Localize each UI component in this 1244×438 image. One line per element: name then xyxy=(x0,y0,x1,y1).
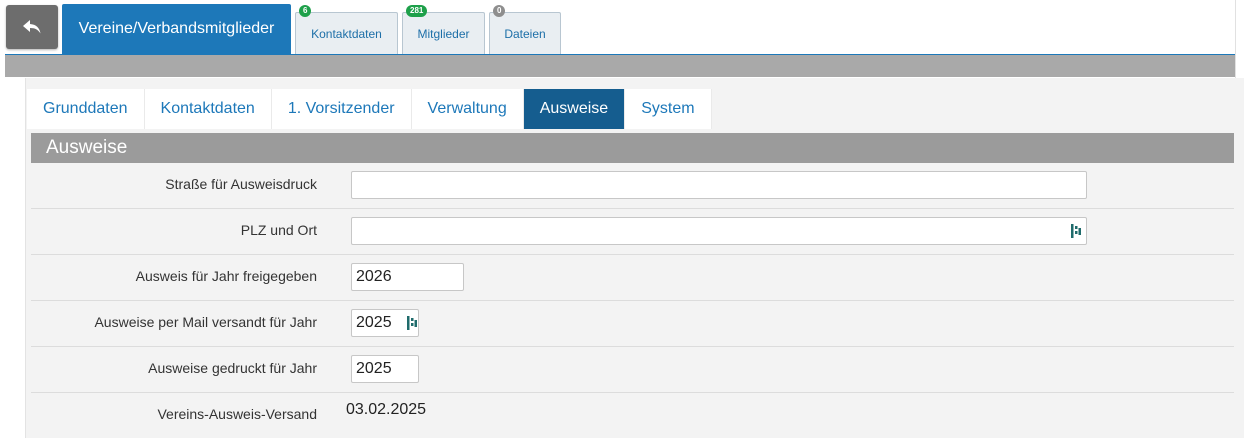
form-row-strasse: Straße für Ausweisdruck xyxy=(31,163,1234,209)
password-manager-icon[interactable] xyxy=(407,316,417,330)
main-tab-label: Vereine/Verbandsmitglieder xyxy=(78,20,275,37)
dateien-count-badge: 0 xyxy=(493,5,506,17)
strasse-label: Straße für Ausweisdruck xyxy=(165,176,317,192)
tab-verwaltung-label: Verwaltung xyxy=(427,100,507,117)
strasse-input[interactable] xyxy=(351,171,1087,199)
mail-versandt-input[interactable]: 2025 xyxy=(351,309,419,337)
tab-verwaltung[interactable]: Verwaltung xyxy=(411,89,524,129)
jahr-freigegeben-label: Ausweis für Jahr freigegeben xyxy=(135,268,317,284)
tab-vorsitzender[interactable]: 1. Vorsitzender xyxy=(271,89,412,129)
back-button[interactable] xyxy=(6,5,58,49)
right-divider xyxy=(1235,0,1236,78)
tab-kontaktdaten-top[interactable]: 6 Kontaktdaten xyxy=(295,5,398,54)
gedruckt-label: Ausweise gedruckt für Jahr xyxy=(148,360,317,376)
mail-versandt-value: 2025 xyxy=(356,314,392,331)
tab-system[interactable]: System xyxy=(625,89,712,129)
gedruckt-value: 2025 xyxy=(356,360,392,377)
section-header: Ausweise xyxy=(31,133,1234,163)
kontaktdaten-top-label: Kontaktdaten xyxy=(311,26,382,41)
tab-kontaktdaten-label: Kontaktdaten xyxy=(160,100,255,117)
password-manager-icon[interactable] xyxy=(1071,224,1081,238)
tab-vorsitzender-label: 1. Vorsitzender xyxy=(287,100,395,117)
gedruckt-input[interactable]: 2025 xyxy=(351,355,419,383)
form-row-plz-ort: PLZ und Ort xyxy=(31,209,1234,255)
tab-grunddaten-label: Grunddaten xyxy=(43,100,128,117)
grey-strip xyxy=(5,55,1235,77)
reply-arrow-icon xyxy=(23,20,41,34)
mitglieder-count-badge: 281 xyxy=(406,5,428,17)
mail-versandt-label: Ausweise per Mail versandt für Jahr xyxy=(94,314,317,330)
section-tabs: Grunddaten Kontaktdaten 1. Vorsitzender … xyxy=(27,89,712,129)
tab-vereine-verbandsmitglieder[interactable]: Vereine/Verbandsmitglieder xyxy=(62,4,291,54)
jahr-freigegeben-value: 2026 xyxy=(356,268,392,285)
plz-ort-input[interactable] xyxy=(351,217,1087,245)
tab-grunddaten[interactable]: Grunddaten xyxy=(27,89,145,129)
section-title: Ausweise xyxy=(46,137,128,158)
tab-kontaktdaten[interactable]: Kontaktdaten xyxy=(144,89,272,129)
versand-value: 03.02.2025 xyxy=(346,401,427,418)
kontaktdaten-count-badge: 6 xyxy=(299,5,312,17)
dateien-top-label: Dateien xyxy=(504,26,546,41)
tab-ausweise[interactable]: Ausweise xyxy=(523,89,626,129)
form-row-jahr-freigegeben: Ausweis für Jahr freigegeben 2026 xyxy=(31,255,1234,301)
form-row-mail-versandt: Ausweise per Mail versandt für Jahr 2025 xyxy=(31,301,1234,347)
tab-ausweise-label: Ausweise xyxy=(539,100,609,117)
plz-ort-label: PLZ und Ort xyxy=(240,222,317,238)
tab-system-label: System xyxy=(641,100,695,117)
form-row-gedruckt: Ausweise gedruckt für Jahr 2025 xyxy=(31,347,1234,393)
top-bar: Vereine/Verbandsmitglieder 6 Kontaktdate… xyxy=(0,0,1244,78)
tab-dateien-top[interactable]: 0 Dateien xyxy=(489,5,561,54)
form-row-versand: Vereins-Ausweis-Versand 03.02.2025 xyxy=(31,393,1234,438)
ausweise-form: Straße für Ausweisdruck PLZ und Ort Ausw… xyxy=(31,163,1234,438)
tab-mitglieder-top[interactable]: 281 Mitglieder xyxy=(402,5,485,54)
mitglieder-top-label: Mitglieder xyxy=(417,26,470,41)
versand-label: Vereins-Ausweis-Versand xyxy=(157,406,317,422)
jahr-freigegeben-input[interactable]: 2026 xyxy=(351,263,464,291)
